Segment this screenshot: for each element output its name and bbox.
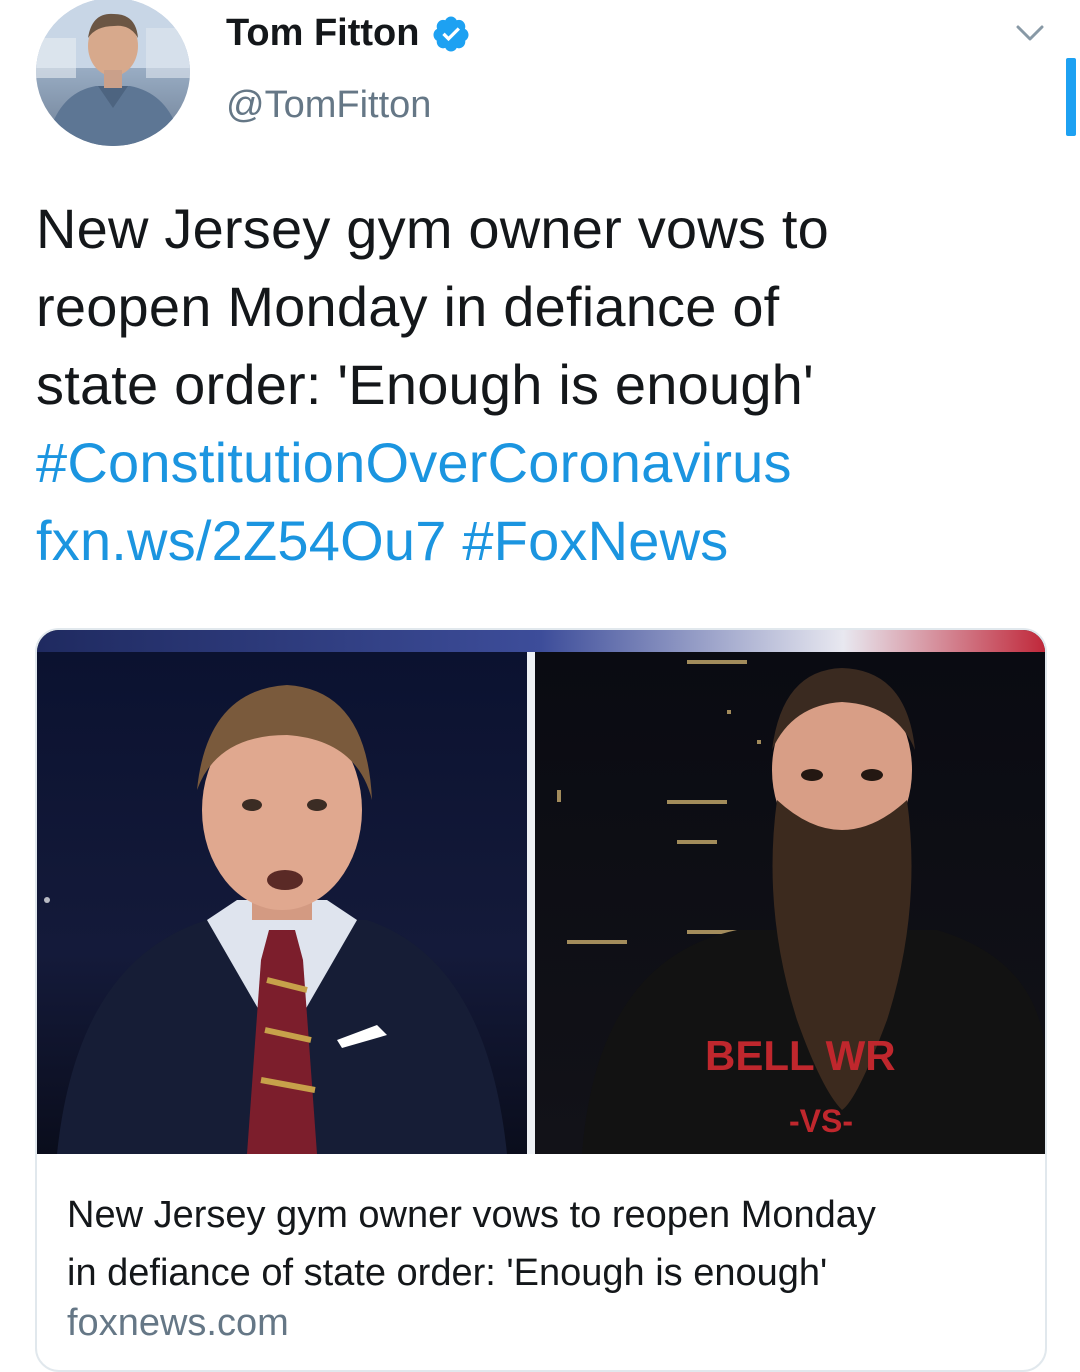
card-title-line: New Jersey gym owner vows to reopen Mond…: [67, 1194, 876, 1236]
author-avatar[interactable]: [36, 0, 190, 146]
card-domain: foxnews.com: [67, 1302, 289, 1344]
scroll-indicator[interactable]: [1066, 58, 1076, 136]
shirt-text-bottom: -VS-: [789, 1103, 853, 1139]
chevron-down-icon[interactable]: [1012, 18, 1048, 48]
card-image[interactable]: BELL WR -VS-: [37, 630, 1045, 1154]
link-preview-card[interactable]: BELL WR -VS- New Jersey gym owner vows t…: [35, 628, 1047, 1372]
author-name[interactable]: Tom Fitton: [226, 12, 419, 55]
hashtag-foxnews-link[interactable]: #FoxNews: [462, 509, 728, 572]
verified-badge-icon: [433, 16, 469, 51]
tweet-text-line: state order: 'Enough is enough': [36, 353, 814, 416]
tweet-text-line: New Jersey gym owner vows to: [36, 197, 829, 260]
card-title-line: in defiance of state order: 'Enough is e…: [67, 1252, 828, 1294]
card-title[interactable]: New Jersey gym owner vows to reopen Mond…: [67, 1186, 1017, 1302]
author-name-row: Tom Fitton: [226, 12, 471, 55]
tweet-text-line: reopen Monday in defiance of: [36, 275, 780, 338]
short-url-link[interactable]: fxn.ws/2Z54Ou7: [36, 509, 447, 572]
author-handle[interactable]: @TomFitton: [226, 84, 431, 127]
shirt-text-top: BELL WR: [705, 1032, 896, 1079]
hashtag-link[interactable]: #ConstitutionOverCoronavirus: [36, 431, 792, 494]
tweet-text: New Jersey gym owner vows to reopen Mond…: [36, 190, 1046, 580]
